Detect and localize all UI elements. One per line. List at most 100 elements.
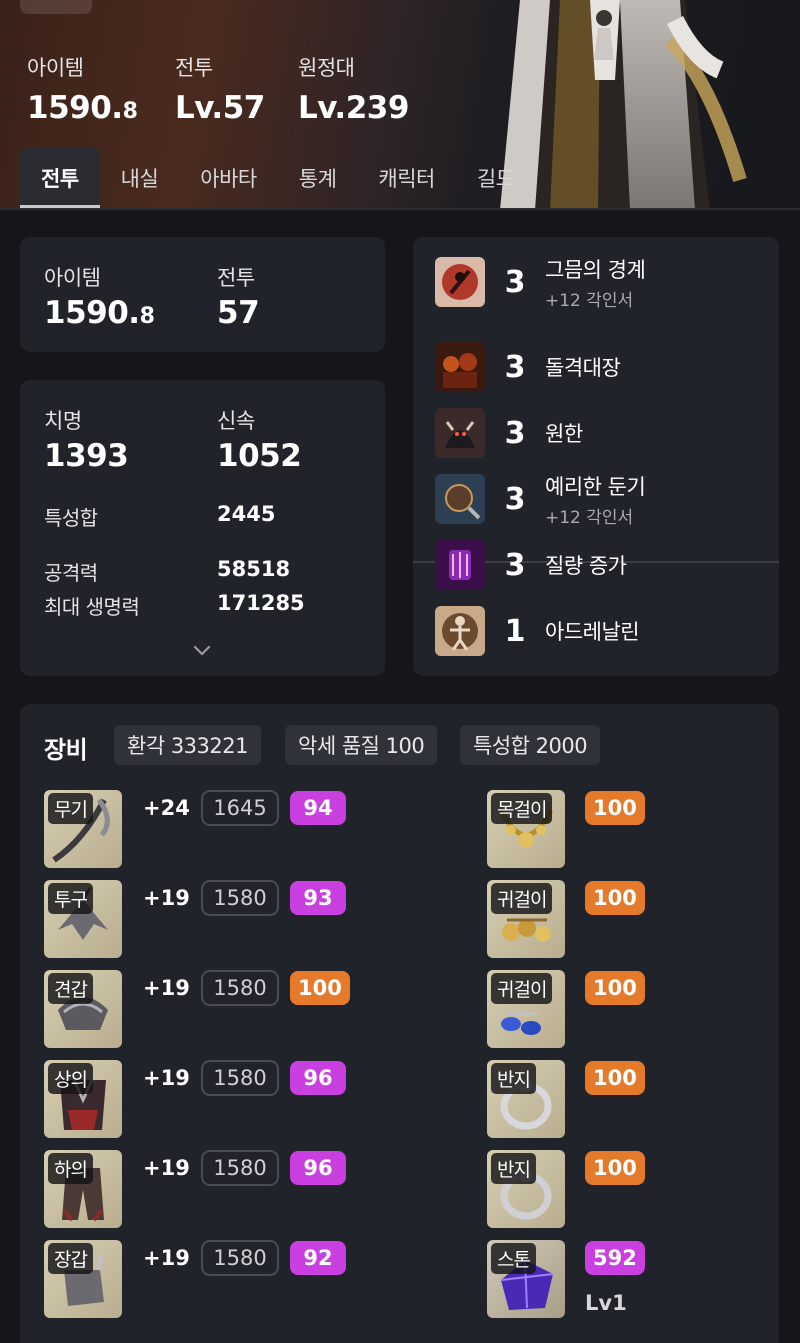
adrenaline-icon — [435, 606, 485, 656]
engraving-name: 질량 증가 — [545, 554, 627, 578]
engraving-level: 3 — [504, 415, 526, 451]
profile-tabs: 전투 내실 아바타 통계 캐릭터 길드 — [20, 147, 536, 209]
engraving-level: 3 — [504, 481, 526, 517]
slot-label: 스톤 — [491, 1243, 536, 1274]
shoulder-slot[interactable]: 견갑 — [44, 970, 122, 1048]
ring-slot[interactable]: 반지 — [487, 1150, 565, 1228]
helmet-slot[interactable]: 투구 — [44, 880, 122, 958]
tab-avatar[interactable]: 아바타 — [179, 147, 277, 209]
quality-badge: 93 — [290, 881, 346, 915]
engravings-card: 3 그믐의 경계 +12 각인서 3 돌격대장 3 원한 3 예리한 둔기 +1… — [413, 237, 779, 676]
stat-total-value: 2445 — [217, 502, 276, 526]
engraving-text: 예리한 둔기 +12 각인서 — [545, 471, 646, 528]
header-item-label: 아이템 — [27, 56, 84, 80]
slot-label: 상의 — [48, 1063, 93, 1094]
slot-label: 귀걸이 — [491, 973, 553, 1004]
earring-slot[interactable]: 귀걸이 — [487, 970, 565, 1048]
elixir-chip[interactable]: 환각 333221 — [114, 725, 261, 765]
slot-label: 투구 — [48, 883, 93, 914]
accessory-quality-chip[interactable]: 악세 품질 100 — [285, 725, 438, 765]
ability-stone-slot[interactable]: 스톤 — [487, 1240, 565, 1318]
header-combat-level: 전투 Lv.57 — [175, 52, 265, 126]
slot-label: 무기 — [48, 793, 93, 824]
item-level-badge: 1580 — [201, 1240, 279, 1276]
engraving-row[interactable]: 3 예리한 둔기 +12 각인서 — [435, 471, 765, 528]
enhance-level: +19 — [143, 1066, 190, 1090]
equipment-title: 장비 — [44, 736, 88, 764]
quality-badge: 100 — [585, 1061, 645, 1095]
equipment-card: 장비 환각 333221 악세 품질 100 특성합 2000 무기 +24 1… — [20, 704, 779, 1343]
ring-slot[interactable]: 반지 — [487, 1060, 565, 1138]
swiftness-value: 1052 — [217, 438, 302, 474]
tab-characters[interactable]: 캐릭터 — [357, 147, 455, 209]
pants-slot[interactable]: 하의 — [44, 1150, 122, 1228]
item-level-value: 1590.8 — [44, 295, 155, 331]
tab-statistics[interactable]: 통계 — [278, 147, 358, 209]
engraving-book: +12 각인서 — [545, 290, 634, 311]
slot-label: 하의 — [48, 1153, 93, 1184]
grudge-moon-icon — [435, 257, 485, 307]
quality-badge: 96 — [290, 1151, 346, 1185]
chevron-down-icon[interactable] — [192, 644, 212, 658]
quality-badge: 92 — [290, 1241, 346, 1275]
quality-badge: 96 — [290, 1061, 346, 1095]
item-level-badge: 1580 — [201, 880, 279, 916]
tab-lifeskill[interactable]: 내실 — [100, 147, 180, 209]
engraving-level: 3 — [504, 264, 526, 300]
raid-captain-icon — [435, 342, 485, 392]
engraving-name: 원한 — [545, 422, 583, 446]
item-level-badge: 1580 — [201, 970, 279, 1006]
max-hp-label: 최대 생명력 — [44, 595, 140, 619]
chest-slot[interactable]: 상의 — [44, 1060, 122, 1138]
enhance-level: +19 — [143, 976, 190, 1000]
weapon-slot[interactable]: 무기 — [44, 790, 122, 868]
slot-label: 장갑 — [48, 1243, 93, 1274]
tab-combat[interactable]: 전투 — [20, 147, 100, 209]
item-level-card: 아이템 1590.8 전투 57 — [20, 237, 385, 352]
item-level-badge: 1580 — [201, 1150, 279, 1186]
quality-badge: 100 — [585, 971, 645, 1005]
slot-label: 목걸이 — [491, 793, 553, 824]
quality-badge: 592 — [585, 1241, 645, 1275]
necklace-slot[interactable]: 목걸이 — [487, 790, 565, 868]
combat-level-value: 57 — [217, 295, 260, 331]
engraving-level: 3 — [504, 547, 526, 583]
engraving-name: 예리한 둔기 — [545, 474, 646, 499]
engraving-level: 3 — [504, 349, 526, 385]
crit-label: 치명 — [44, 409, 82, 433]
engraving-row[interactable]: 3 돌격대장 — [435, 341, 765, 393]
quality-badge: 100 — [585, 1151, 645, 1185]
engraving-row[interactable]: 3 원한 — [435, 407, 765, 459]
enhance-level: +24 — [143, 796, 190, 820]
crit-value: 1393 — [44, 438, 129, 474]
engraving-row[interactable]: 3 질량 증가 — [435, 539, 765, 591]
engraving-book: +12 각인서 — [545, 507, 634, 528]
earring-slot[interactable]: 귀걸이 — [487, 880, 565, 958]
engraving-name: 돌격대장 — [545, 356, 621, 380]
slot-label: 견갑 — [48, 973, 93, 1004]
quality-badge: 100 — [290, 971, 350, 1005]
header-pill — [20, 0, 92, 14]
engraving-row[interactable]: 3 그믐의 경계 +12 각인서 — [435, 254, 765, 311]
quality-badge: 100 — [585, 881, 645, 915]
tab-guild[interactable]: 길드 — [456, 147, 536, 209]
item-level-badge: 1645 — [201, 790, 279, 826]
item-level-badge: 1580 — [201, 1060, 279, 1096]
header-divider — [0, 208, 800, 210]
header-roster-level: 원정대 Lv.239 — [298, 52, 409, 126]
engraving-text: 그믐의 경계 +12 각인서 — [545, 254, 646, 311]
stat-total-label: 특성합 — [44, 506, 98, 530]
max-hp-value: 171285 — [217, 591, 305, 615]
combat-level-label: 전투 — [217, 266, 255, 290]
slot-label: 반지 — [491, 1153, 536, 1184]
stat-total-chip[interactable]: 특성합 2000 — [460, 725, 601, 765]
slot-label: 귀걸이 — [491, 883, 553, 914]
grudge-icon — [435, 408, 485, 458]
gloves-slot[interactable]: 장갑 — [44, 1240, 122, 1318]
engraving-row[interactable]: 1 아드레날린 — [435, 605, 765, 657]
attack-power-label: 공격력 — [44, 561, 98, 585]
profile-header: 아이템 1590.8 전투 Lv.57 원정대 Lv.239 전투 내실 아바타… — [0, 0, 800, 210]
quality-badge: 94 — [290, 791, 346, 825]
slot-label: 반지 — [491, 1063, 536, 1094]
engraving-level: 1 — [504, 613, 526, 649]
